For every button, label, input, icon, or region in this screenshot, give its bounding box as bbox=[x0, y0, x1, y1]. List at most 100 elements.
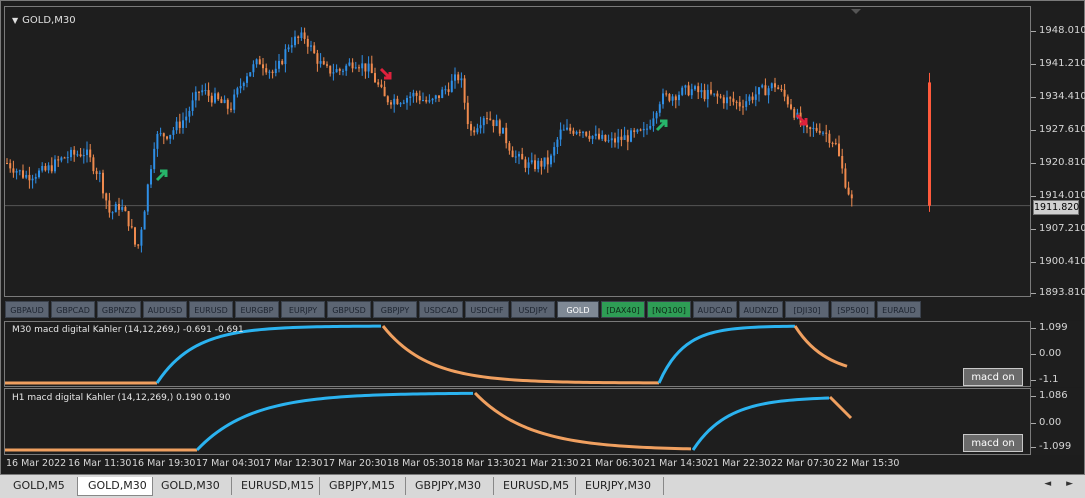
buy-arrow-icon bbox=[655, 119, 668, 132]
candle bbox=[351, 58, 354, 73]
symbol-button[interactable]: EURJPY bbox=[281, 300, 325, 318]
symbol-button[interactable]: AUDCAD bbox=[693, 300, 737, 318]
candle bbox=[364, 63, 367, 79]
candle bbox=[268, 69, 271, 79]
candle bbox=[326, 61, 328, 68]
candle bbox=[175, 117, 178, 134]
price-scale[interactable]: 1948.010 1941.210 1934.410 1927.610 1920… bbox=[1031, 6, 1085, 298]
price-pane[interactable]: ▼ GOLD,M30 bbox=[4, 6, 1031, 297]
symbol-button[interactable]: GBPAUD bbox=[5, 300, 49, 318]
symbol-button[interactable]: AUDNZD bbox=[739, 300, 783, 318]
macd-line bbox=[657, 324, 796, 384]
candle bbox=[790, 99, 792, 111]
macd-on-button[interactable]: macd on bbox=[963, 368, 1023, 386]
candle bbox=[377, 79, 380, 88]
candle bbox=[566, 119, 568, 131]
candle bbox=[662, 88, 664, 109]
candle bbox=[559, 122, 562, 146]
symbol-button[interactable]: [NQ100] bbox=[647, 300, 691, 318]
symbol-button[interactable]: GBPJPY bbox=[373, 300, 417, 318]
chart-tab[interactable]: EURUSD,M15 bbox=[231, 477, 320, 495]
candle bbox=[316, 49, 319, 72]
price-tick: 1907.210 bbox=[1031, 223, 1085, 234]
candle bbox=[841, 148, 844, 174]
candle bbox=[137, 244, 140, 249]
chart-tab[interactable]: GOLD,M30 bbox=[151, 477, 232, 495]
candle bbox=[514, 150, 517, 164]
chart-tab[interactable]: EURUSD,M5 bbox=[493, 477, 576, 495]
candle bbox=[207, 82, 210, 103]
candle bbox=[738, 96, 741, 112]
indicator-scale: 1.086 0.00 -1.099 bbox=[1030, 388, 1083, 455]
candle bbox=[236, 86, 239, 98]
dropdown-triangle-icon[interactable]: ▼ bbox=[12, 16, 18, 25]
candle bbox=[684, 84, 687, 95]
candle bbox=[572, 127, 575, 136]
chart-tab[interactable]: GBPJPY,M30 bbox=[405, 477, 494, 495]
macd-on-button[interactable]: macd on bbox=[963, 434, 1023, 452]
indicator-pane-h1[interactable]: H1 macd digital Kahler (14,12,269,) 0.19… bbox=[4, 388, 1031, 455]
candle bbox=[162, 132, 165, 145]
candle bbox=[706, 84, 709, 108]
candle bbox=[556, 136, 559, 155]
symbol-button[interactable]: GBPUSD bbox=[327, 300, 371, 318]
candle bbox=[22, 164, 24, 180]
candle bbox=[601, 130, 604, 141]
chart-tab[interactable]: EURJPY,M30 bbox=[575, 477, 664, 495]
candle bbox=[194, 86, 197, 108]
symbol-button[interactable]: [DJI30] bbox=[785, 300, 829, 318]
candle bbox=[598, 128, 600, 141]
candle bbox=[614, 132, 616, 148]
candle bbox=[550, 153, 552, 168]
candle bbox=[338, 67, 341, 76]
candle bbox=[178, 113, 181, 134]
chart-tab[interactable]: GOLD,M30 bbox=[77, 477, 153, 496]
candle bbox=[140, 227, 143, 253]
chart-tab[interactable]: GBPJPY,M15 bbox=[319, 477, 406, 495]
symbol-button[interactable]: EURUSD bbox=[189, 300, 233, 318]
candle bbox=[210, 92, 213, 107]
symbol-button[interactable]: GOLD bbox=[557, 300, 599, 318]
symbol-button[interactable]: [SP500] bbox=[831, 300, 875, 318]
candle bbox=[818, 123, 821, 135]
buy-arrow-icon bbox=[155, 169, 168, 182]
chart-tab[interactable]: GOLD,M5 bbox=[3, 477, 78, 495]
candle bbox=[508, 140, 511, 155]
candle bbox=[610, 132, 613, 148]
time-label: 16 Mar 2022 bbox=[6, 458, 67, 469]
symbol-button[interactable]: USDJPY bbox=[511, 300, 555, 318]
candle bbox=[473, 126, 476, 136]
indicator-scale: 1.099 0.00 -1.1 bbox=[1030, 321, 1083, 387]
tab-scroll-arrows[interactable]: ◄ ► bbox=[1044, 479, 1079, 489]
symbol-button[interactable]: EURGBP bbox=[235, 300, 279, 318]
symbol-button[interactable]: GBPCAD bbox=[51, 300, 95, 318]
symbol-button[interactable]: USDCAD bbox=[419, 300, 463, 318]
candle bbox=[594, 125, 597, 140]
candle bbox=[281, 59, 284, 66]
candle bbox=[498, 118, 501, 137]
candle bbox=[44, 163, 47, 172]
symbol-button[interactable]: USDCHF bbox=[465, 300, 509, 318]
price-tick: 1934.410 bbox=[1031, 91, 1085, 102]
candle bbox=[812, 121, 815, 137]
candle bbox=[649, 119, 652, 131]
candle bbox=[399, 102, 402, 107]
indicator-pane-m30[interactable]: M30 macd digital Kahler (14,12,269,) -0.… bbox=[4, 321, 1031, 387]
symbol-button[interactable]: GBPNZD bbox=[97, 300, 141, 318]
symbol-button[interactable]: [DAX40] bbox=[601, 300, 645, 318]
candle bbox=[297, 35, 300, 45]
candle bbox=[447, 82, 450, 96]
candle bbox=[86, 141, 88, 163]
time-label: 22 Mar 07:30 bbox=[771, 458, 835, 469]
candle bbox=[674, 94, 677, 109]
symbol-button[interactable]: EURAUD bbox=[877, 300, 921, 318]
candle bbox=[303, 27, 306, 44]
candle bbox=[620, 129, 623, 147]
candle bbox=[271, 69, 274, 79]
symbol-button[interactable]: AUDUSD bbox=[143, 300, 187, 318]
chart-title: ▼ GOLD,M30 bbox=[12, 15, 76, 26]
candle bbox=[226, 98, 229, 115]
candle bbox=[201, 84, 204, 96]
time-label: 18 Mar 13:30 bbox=[451, 458, 515, 469]
candle bbox=[306, 35, 309, 54]
